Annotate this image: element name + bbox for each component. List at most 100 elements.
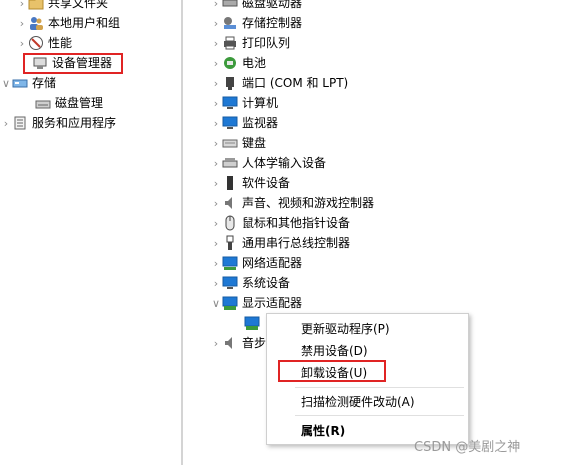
keyboard-icon [222,135,238,151]
device-category-display-adapters[interactable]: ∨ 显示适配器 [210,293,302,313]
device-category-usb[interactable]: › 通用串行总线控制器 [210,233,350,253]
device-category-label: 鼠标和其他指针设备 [242,216,351,230]
tree-item-label: 磁盘管理 [55,96,104,110]
display-adapter-device[interactable] [244,313,264,333]
battery-icon [222,55,238,71]
chevron-right-icon[interactable]: › [16,37,28,50]
menu-item-scan-hardware[interactable]: 扫描检测硬件改动(A) [267,391,468,411]
device-category-label: 人体学输入设备 [242,156,327,170]
tree-item-performance[interactable]: › 性能 [16,33,72,53]
device-category-label: 显示适配器 [242,296,303,310]
chevron-right-icon[interactable]: › [0,117,12,130]
device-manager-highlight-box [23,53,123,74]
network-adapter-icon [222,255,238,271]
display-adapter-device-icon [244,315,260,331]
device-category-label: 存储控制器 [242,16,303,30]
display-adapter-icon [222,295,238,311]
device-category-ports[interactable]: › 端口 (COM 和 LPT) [210,73,348,93]
device-category-label: 电池 [242,56,267,70]
menu-item-label: 属性(R) [301,423,346,438]
device-category-audio[interactable]: › 声音、视频和游戏控制器 [210,193,374,213]
monitor-icon [222,115,238,131]
chevron-right-icon[interactable]: › [210,0,222,10]
software-device-icon [222,175,238,191]
chevron-right-icon[interactable]: › [210,217,222,230]
chevron-right-icon[interactable]: › [16,17,28,30]
chevron-right-icon[interactable]: › [210,57,222,70]
shared-folder-icon [28,0,44,11]
chevron-right-icon[interactable]: › [210,17,222,30]
chevron-right-icon[interactable]: › [210,117,222,130]
chevron-right-icon[interactable]: › [210,197,222,210]
tree-item-storage[interactable]: ∨ 存储 [0,73,56,93]
device-category-label: 系统设备 [242,276,291,290]
watermark: CSDN @美剧之神 [414,440,521,455]
chevron-right-icon[interactable]: › [210,37,222,50]
audio-icon [222,195,238,211]
tree-item-services-apps[interactable]: › 服务和应用程序 [0,113,116,133]
uninstall-highlight-box [278,360,386,382]
device-category-audio-io[interactable]: › 音步 [210,333,266,353]
chevron-right-icon[interactable]: › [210,137,222,150]
printer-icon [222,35,238,51]
chevron-right-icon[interactable]: › [210,277,222,290]
device-category-computer[interactable]: › 计算机 [210,93,278,113]
chevron-right-icon[interactable]: › [210,97,222,110]
chevron-right-icon[interactable]: › [210,237,222,250]
computer-icon [222,95,238,111]
tree-item-disk-management[interactable]: 磁盘管理 [35,93,103,113]
device-category-label: 网络适配器 [242,256,303,270]
device-category-label: 键盘 [242,136,267,150]
device-category-mice[interactable]: › 鼠标和其他指针设备 [210,213,350,233]
menu-item-disable-device[interactable]: 禁用设备(D) [267,340,468,360]
device-category-label: 声音、视频和游戏控制器 [242,196,375,210]
device-category-label: 计算机 [242,96,279,110]
device-category-batteries[interactable]: › 电池 [210,53,266,73]
menu-separator [295,387,464,388]
menu-item-label: 禁用设备(D) [301,343,368,358]
menu-separator [295,415,464,416]
device-category-label: 端口 (COM 和 LPT) [242,76,349,90]
port-icon [222,75,238,91]
device-category-system-devices[interactable]: › 系统设备 [210,273,290,293]
mouse-icon [222,215,238,231]
device-category-monitors[interactable]: › 监视器 [210,113,278,133]
tree-item-label: 本地用户和组 [48,16,121,30]
device-category-disk-drives[interactable]: › 磁盘驱动器 [210,0,302,13]
device-category-software-devices[interactable]: › 软件设备 [210,173,290,193]
tree-item-label: 服务和应用程序 [32,116,117,130]
menu-item-label: 扫描检测硬件改动(A) [301,394,415,409]
device-category-hid[interactable]: › 人体学输入设备 [210,153,326,173]
device-category-label: 通用串行总线控制器 [242,236,351,250]
chevron-right-icon[interactable]: › [210,177,222,190]
device-category-network-adapters[interactable]: › 网络适配器 [210,253,302,273]
chevron-right-icon[interactable]: › [210,257,222,270]
device-category-label: 打印队列 [242,36,291,50]
storage-controller-icon [222,15,238,31]
audio-io-icon [222,335,238,351]
chevron-right-icon[interactable]: › [210,157,222,170]
tree-item-label: 性能 [48,36,73,50]
chevron-right-icon[interactable]: › [210,77,222,90]
chevron-down-icon[interactable]: ∨ [0,77,12,90]
performance-icon [28,35,44,51]
tree-item-shared-folders[interactable]: › 共享文件夹 [16,0,108,13]
chevron-down-icon[interactable]: ∨ [210,297,222,310]
pane-splitter[interactable] [181,0,183,465]
system-device-icon [222,275,238,291]
tree-item-label: 共享文件夹 [48,0,109,10]
disk-drive-icon [222,0,238,11]
device-category-keyboards[interactable]: › 键盘 [210,133,266,153]
users-icon [28,15,44,31]
hid-icon [222,155,238,171]
menu-item-update-driver[interactable]: 更新驱动程序(P) [267,318,468,338]
storage-icon [12,75,28,91]
chevron-right-icon[interactable]: › [16,0,28,10]
device-category-print-queues[interactable]: › 打印队列 [210,33,290,53]
tree-item-local-users[interactable]: › 本地用户和组 [16,13,120,33]
device-category-label: 磁盘驱动器 [242,0,303,10]
menu-item-label: 更新驱动程序(P) [301,321,390,336]
device-category-label: 监视器 [242,116,279,130]
chevron-right-icon[interactable]: › [210,337,222,350]
device-category-storage-controllers[interactable]: › 存储控制器 [210,13,302,33]
